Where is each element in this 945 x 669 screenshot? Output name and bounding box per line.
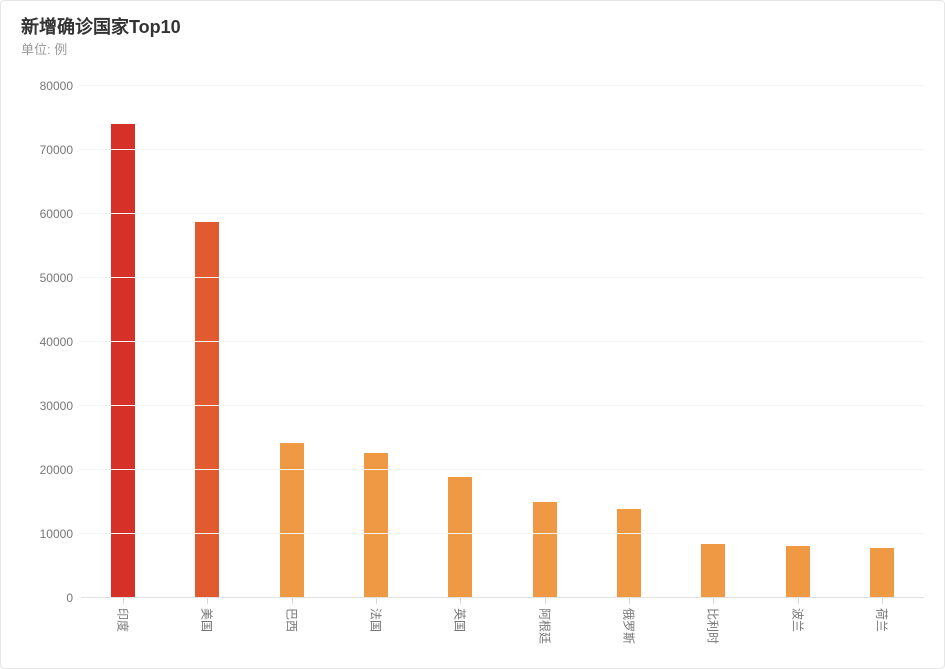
- x-tick: [882, 598, 883, 604]
- x-tick: [207, 598, 208, 604]
- gridline: [81, 405, 924, 406]
- gridline: [81, 277, 924, 278]
- x-tick: [460, 598, 461, 604]
- x-tick-label: 荷兰: [873, 608, 890, 632]
- x-tick-label: 印度: [115, 608, 132, 632]
- chart-card: 新增确诊国家Top10 单位: 例 印度美国巴西法国英国阿根廷俄罗斯比利时波兰荷…: [0, 0, 945, 669]
- bar-slot: 荷兰: [840, 86, 924, 598]
- bars-row: 印度美国巴西法国英国阿根廷俄罗斯比利时波兰荷兰: [81, 86, 924, 598]
- gridline: [81, 341, 924, 342]
- y-tick-label: 30000: [40, 399, 73, 413]
- axis-baseline: [81, 597, 924, 598]
- x-tick-label: 比利时: [705, 608, 722, 644]
- gridline: [81, 533, 924, 534]
- x-tick: [292, 598, 293, 604]
- x-tick: [545, 598, 546, 604]
- bar[interactable]: [195, 222, 219, 598]
- y-tick-label: 0: [66, 591, 73, 605]
- bar[interactable]: [786, 546, 810, 598]
- x-tick: [629, 598, 630, 604]
- bar[interactable]: [280, 443, 304, 598]
- bar[interactable]: [617, 509, 641, 598]
- x-tick-label: 波兰: [789, 608, 806, 632]
- bar-slot: 巴西: [250, 86, 334, 598]
- x-tick: [123, 598, 124, 604]
- bar[interactable]: [533, 502, 557, 598]
- x-tick-label: 英国: [452, 608, 469, 632]
- bar-slot: 阿根廷: [502, 86, 586, 598]
- chart-subtitle: 单位: 例: [21, 39, 67, 58]
- gridline: [81, 149, 924, 150]
- bar[interactable]: [364, 453, 388, 598]
- y-tick-label: 70000: [40, 143, 73, 157]
- x-tick: [713, 598, 714, 604]
- bar[interactable]: [111, 124, 135, 598]
- gridline: [81, 213, 924, 214]
- bar-slot: 比利时: [671, 86, 755, 598]
- bar-slot: 法国: [334, 86, 418, 598]
- chart-title: 新增确诊国家Top10: [21, 13, 181, 39]
- x-tick-label: 阿根廷: [536, 608, 553, 644]
- bar-slot: 美国: [165, 86, 249, 598]
- y-tick-label: 10000: [40, 527, 73, 541]
- y-tick-label: 40000: [40, 335, 73, 349]
- bar[interactable]: [870, 548, 894, 598]
- y-tick-label: 60000: [40, 207, 73, 221]
- y-tick-label: 50000: [40, 271, 73, 285]
- plot-area: 印度美国巴西法国英国阿根廷俄罗斯比利时波兰荷兰 0100002000030000…: [81, 86, 924, 598]
- bar-slot: 俄罗斯: [587, 86, 671, 598]
- bar-slot: 印度: [81, 86, 165, 598]
- x-tick-label: 法国: [368, 608, 385, 632]
- x-tick-label: 俄罗斯: [620, 608, 637, 644]
- x-tick: [798, 598, 799, 604]
- bar-slot: 波兰: [755, 86, 839, 598]
- gridline: [81, 469, 924, 470]
- y-tick-label: 20000: [40, 463, 73, 477]
- bar[interactable]: [448, 477, 472, 598]
- gridline: [81, 85, 924, 86]
- x-tick-label: 美国: [199, 608, 216, 632]
- bar-slot: 英国: [418, 86, 502, 598]
- x-tick-label: 巴西: [283, 608, 300, 632]
- bar[interactable]: [701, 544, 725, 598]
- y-tick-label: 80000: [40, 79, 73, 93]
- x-tick: [376, 598, 377, 604]
